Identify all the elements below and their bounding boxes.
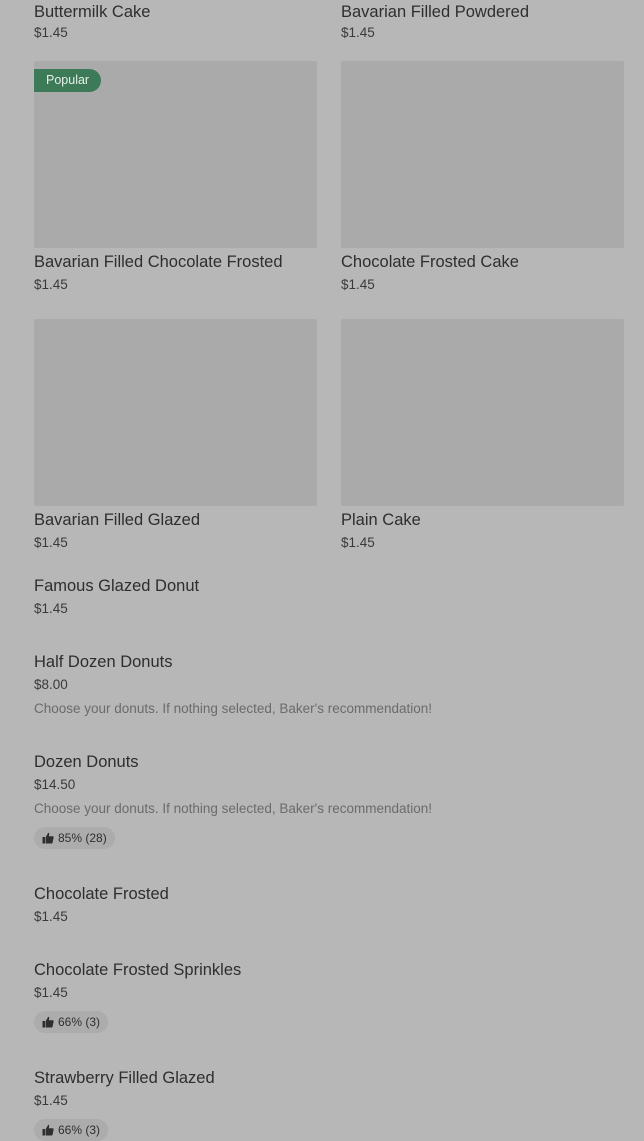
item-price: $1.45: [34, 1093, 68, 1108]
rating-text: 66% (3): [58, 1123, 101, 1137]
rating-badge: 66% (3): [34, 1011, 109, 1033]
item-image[interactable]: Popular: [34, 61, 317, 248]
item-price: $1.45: [341, 277, 375, 292]
menu-page: Buttermilk Cake $1.45 Bavarian Filled Po…: [0, 0, 644, 1141]
rating-badge: 66% (3): [34, 1119, 109, 1141]
item-price: $1.45: [34, 535, 68, 550]
list-item[interactable]: Famous Glazed Donut $1.45: [34, 576, 624, 617]
item-name: Buttermilk Cake: [34, 3, 151, 21]
menu-card[interactable]: Bavarian Filled Glazed $1.45: [34, 319, 317, 550]
popular-badge: Popular: [34, 69, 102, 92]
item-name: Famous Glazed Donut: [34, 577, 200, 595]
item-price: $1.45: [341, 535, 375, 550]
item-name: Bavarian Filled Powdered: [341, 3, 530, 21]
item-name: Chocolate Frosted Sprinkles: [34, 961, 242, 979]
thumbs-up-icon: [42, 832, 54, 844]
item-description: Choose your donuts. If nothing selected,…: [34, 801, 433, 816]
thumbs-up-icon: [42, 1124, 54, 1136]
menu-card[interactable]: Plain Cake $1.45: [341, 319, 624, 550]
item-price: $1.45: [34, 601, 68, 616]
item-name: Dozen Donuts: [34, 753, 139, 771]
item-name: Chocolate Frosted Cake: [341, 253, 519, 271]
list-item[interactable]: Chocolate Frosted Sprinkles $1.45 66% (3…: [34, 960, 624, 1033]
item-name: Chocolate Frosted: [34, 885, 169, 903]
item-image[interactable]: [341, 61, 624, 248]
list-item[interactable]: Half Dozen Donuts $8.00 Choose your donu…: [34, 652, 624, 717]
list-item[interactable]: Strawberry Filled Glazed $1.45 66% (3): [34, 1068, 624, 1141]
item-description: Choose your donuts. If nothing selected,…: [34, 701, 433, 716]
item-price: $8.00: [34, 677, 68, 692]
item-price: $1.45: [34, 985, 68, 1000]
item-name: Half Dozen Donuts: [34, 653, 173, 671]
item-name: Bavarian Filled Chocolate Frosted: [34, 253, 283, 271]
item-name: Bavarian Filled Glazed: [34, 511, 200, 529]
thumbs-up-icon: [42, 1016, 54, 1028]
rating-badge: 85% (28): [34, 827, 115, 849]
item-price: $1.45: [34, 25, 68, 40]
rating-text: 85% (28): [58, 831, 107, 845]
rating-text: 66% (3): [58, 1015, 101, 1029]
menu-card[interactable]: Popular Bavarian Filled Chocolate Froste…: [34, 61, 317, 292]
item-image[interactable]: [34, 319, 317, 506]
item-image[interactable]: [341, 319, 624, 506]
item-price: $1.45: [341, 25, 375, 40]
list-item[interactable]: Dozen Donuts $14.50 Choose your donuts. …: [34, 752, 624, 849]
list-item[interactable]: Chocolate Frosted $1.45: [34, 884, 624, 925]
item-price: $1.45: [34, 277, 68, 292]
menu-card[interactable]: Chocolate Frosted Cake $1.45: [341, 61, 624, 292]
item-price: $1.45: [34, 909, 68, 924]
item-name: Plain Cake: [341, 511, 421, 529]
item-name: Strawberry Filled Glazed: [34, 1069, 215, 1087]
item-price: $14.50: [34, 777, 76, 792]
